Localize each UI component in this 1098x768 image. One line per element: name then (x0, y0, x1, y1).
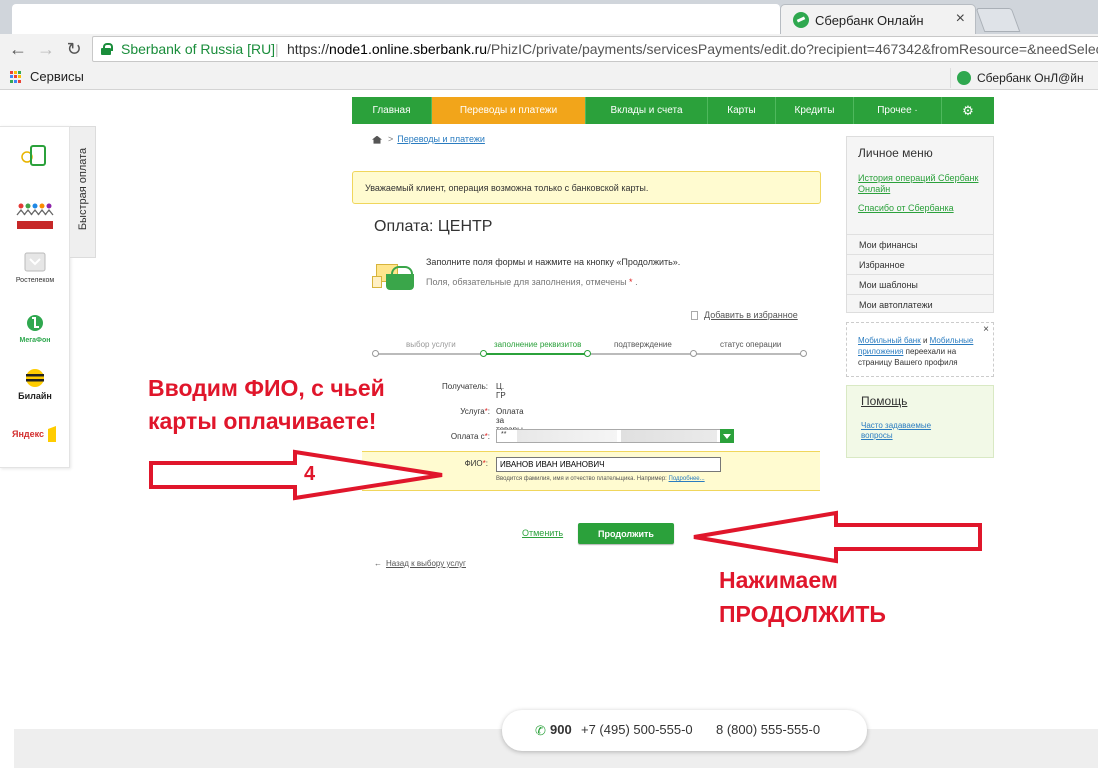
contact-phones: ✆ 900 +7 (495) 500-555-0 8 (800) 555-555… (502, 710, 867, 751)
continue-arrow-shape (693, 510, 982, 564)
fio-annotation: Вводим ФИО, с чьей карты оплачиваете! (148, 372, 385, 438)
phone-icon: ✆ (535, 723, 546, 738)
continue-annotation: Нажимаем ПРОДОЛЖИТЬ (719, 563, 886, 631)
step-number-annotation: 4 (304, 463, 316, 485)
phone-moscow[interactable]: +7 (495) 500-555-0 (581, 722, 693, 737)
phone-russia[interactable]: 8 (800) 555-555-0 (716, 722, 820, 737)
continue-annotation-line1: Нажимаем (719, 567, 838, 593)
continue-annotation-line2: ПРОДОЛЖИТЬ (719, 601, 886, 627)
fio-arrow-shape (149, 449, 443, 501)
short-number[interactable]: 900 (550, 722, 572, 737)
fio-annotation-line1: Вводим ФИО, с чьей (148, 375, 385, 401)
fio-annotation-line2: карты оплачиваете! (148, 408, 377, 434)
